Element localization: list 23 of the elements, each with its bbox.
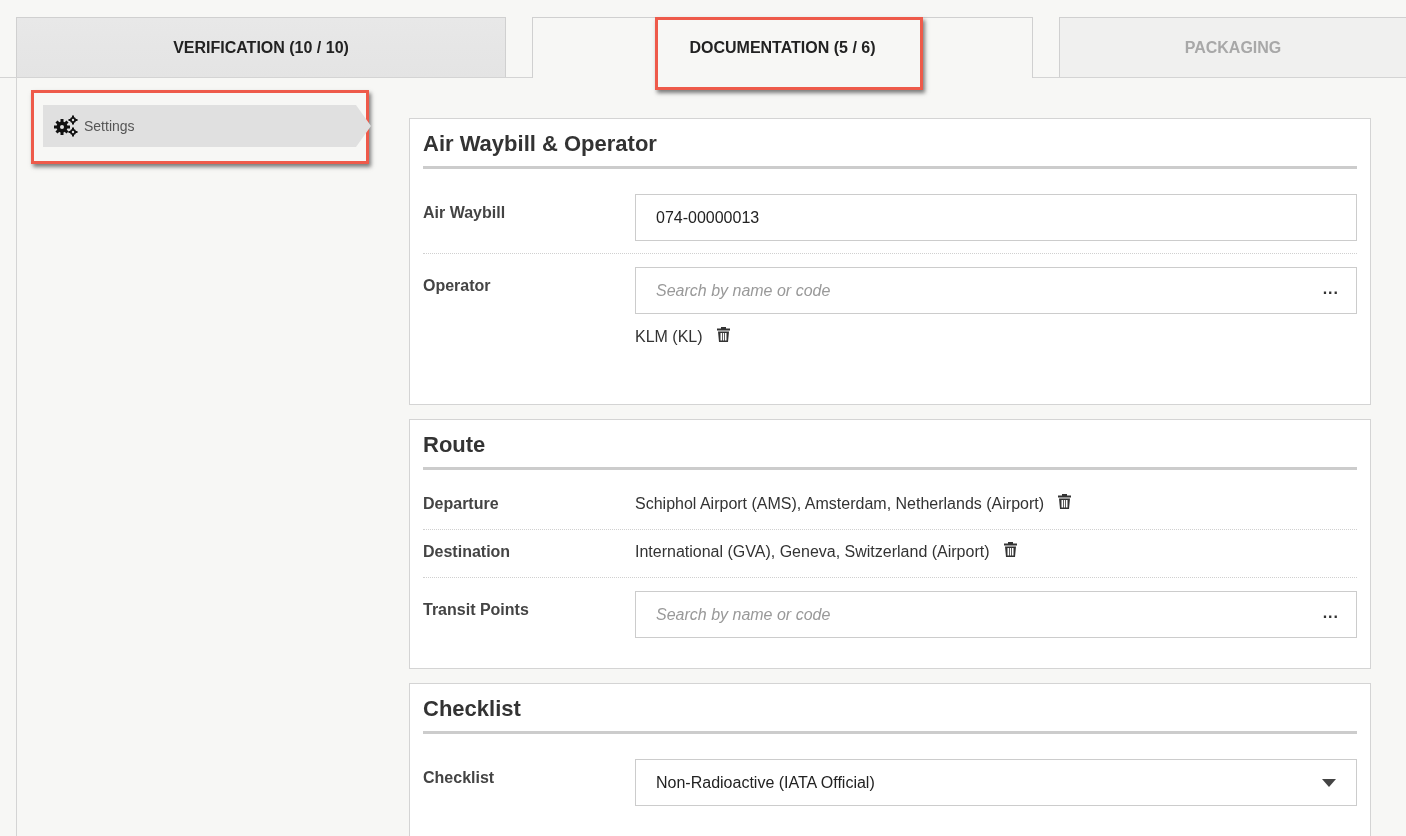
field-label: Air Waybill [423, 203, 507, 223]
field-label: Destination [423, 543, 512, 562]
selected-value: Schiphol Airport (AMS), Amsterdam, Netherlands (Airport) [635, 495, 1045, 513]
delete-icon[interactable] [1058, 493, 1072, 509]
tab[interactable]: DOCUMENTATION (5 / 6) [532, 17, 1033, 78]
more-button[interactable]: ... [1322, 280, 1339, 298]
field-label: Operator [423, 276, 492, 296]
field-label: Checklist [423, 768, 496, 788]
input-field[interactable]: 074-00000013 [635, 194, 1357, 241]
delete-icon[interactable] [716, 326, 730, 342]
field-label: Transit Points [423, 600, 530, 620]
section-title: Checklist [423, 684, 1357, 734]
tab[interactable]: VERIFICATION (10 / 10) [16, 17, 506, 77]
gears-icon [54, 115, 78, 137]
selected-value: KLM (KL) [635, 328, 703, 346]
selected-value: International (GVA), Geneva, Switzerland (Airport) [635, 543, 990, 561]
caret-icon [1322, 778, 1336, 787]
field-label: Departure [423, 495, 500, 514]
dropdown[interactable]: Non-Radioactive (IATA Official) [635, 759, 1357, 806]
section-title: Air Waybill & Operator [423, 119, 1357, 169]
section-title: Route [423, 420, 1357, 470]
more-button[interactable]: ... [1322, 604, 1339, 622]
delete-icon[interactable] [1003, 541, 1017, 557]
